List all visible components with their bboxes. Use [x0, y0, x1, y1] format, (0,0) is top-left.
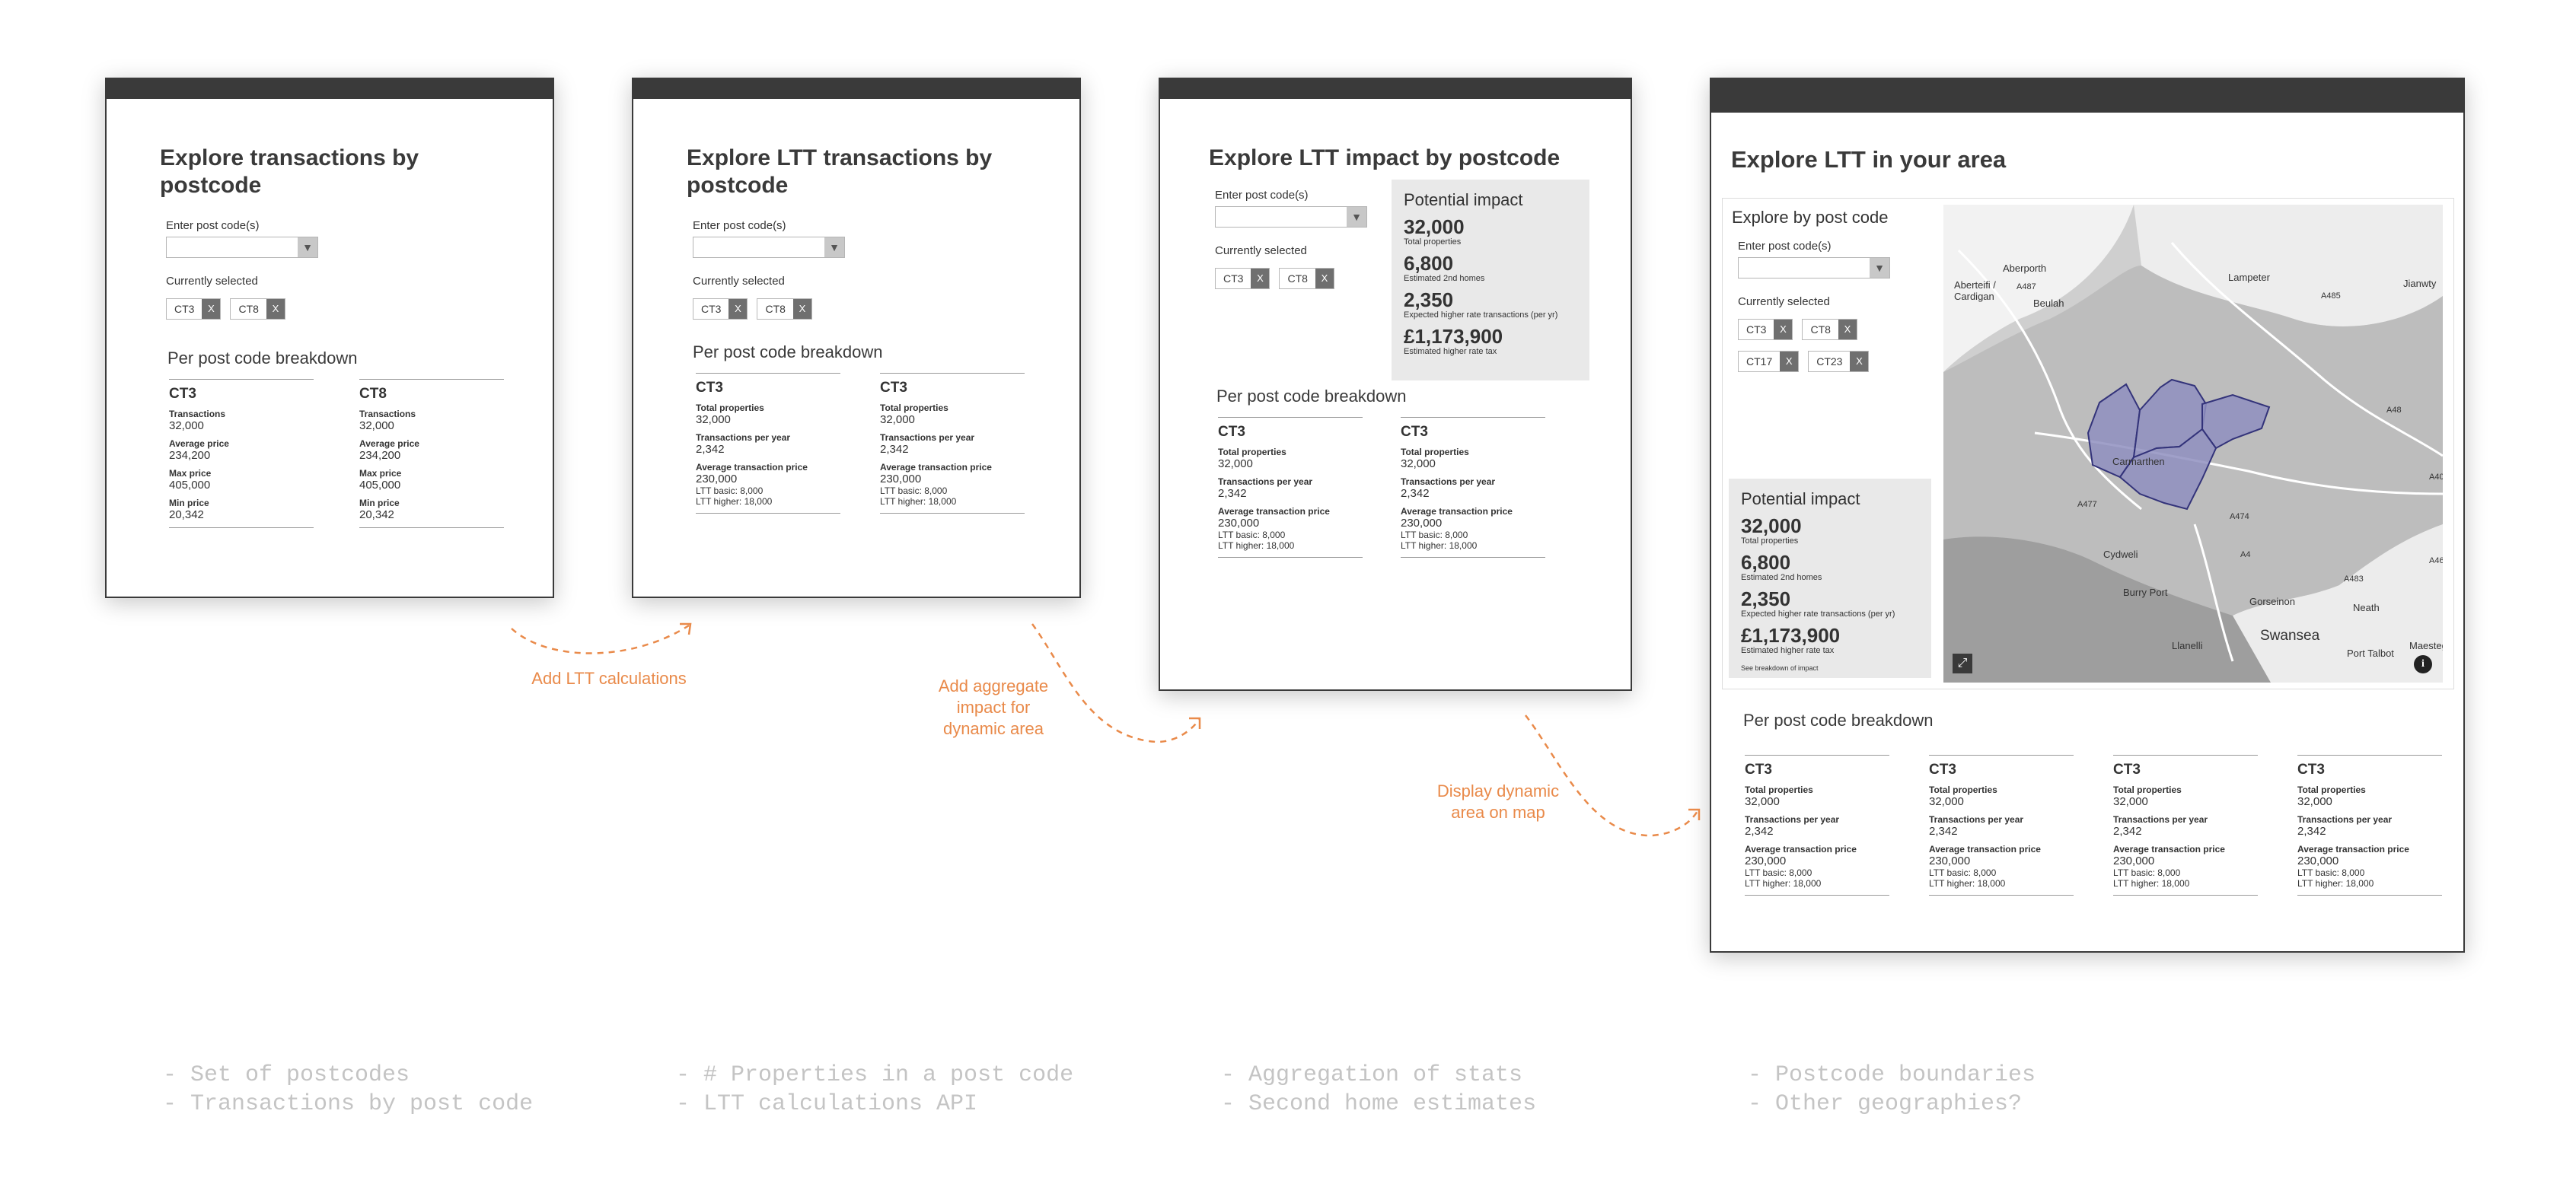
page-title: Explore LTT in your area [1731, 146, 2007, 173]
enter-postcode-label: Enter post code(s) [1215, 189, 1309, 202]
remove-chip-button[interactable]: X [1774, 320, 1793, 339]
window-title-bar [107, 79, 553, 99]
footer-notes-4: - Postcode boundaries - Other geographies… [1748, 1062, 2036, 1117]
currently-selected-label: Currently selected [1215, 244, 1307, 257]
see-breakdown-link[interactable]: See breakdown of impact [1741, 664, 1919, 672]
breakdown-grid: CT3 Total properties 32,000 Transactions … [1745, 755, 2442, 896]
breakdown-column: CT3 Total properties 32,000 Transactions … [1401, 417, 1545, 558]
page-title: Explore transactions by postcode [160, 145, 419, 198]
enter-postcode-label: Enter post code(s) [166, 219, 260, 232]
remove-chip-button[interactable]: X [1251, 269, 1270, 288]
breakdown-column: CT3 Total properties 32,000 Transactions … [1745, 755, 1889, 896]
postcode-chip: CT3 X [1215, 268, 1270, 289]
selected-chips: CT3 X CT8 X [1215, 268, 1384, 289]
dropdown-arrow-icon[interactable]: ▼ [1870, 258, 1889, 278]
postcode-dropdown[interactable]: ▼ [1738, 257, 1890, 278]
page-title: Explore LTT transactions by postcode [687, 145, 993, 198]
remove-chip-button[interactable]: X [266, 299, 285, 319]
page-title: Explore LTT impact by postcode [1209, 145, 1561, 170]
breakdown-title: Per post code breakdown [1743, 711, 1934, 730]
potential-impact-box: Potential impact 32,000 Total properties … [1729, 479, 1931, 678]
footer-notes-1: - Set of postcodes - Transactions by post… [163, 1062, 534, 1117]
remove-chip-button[interactable]: X [728, 299, 748, 319]
currently-selected-label: Currently selected [693, 275, 785, 288]
postcode-dropdown[interactable]: ▼ [1215, 206, 1367, 228]
map-view[interactable]: Aberporth Aberteifi / Cardigan Beulah La… [1943, 205, 2443, 683]
postcode-dropdown[interactable]: ▼ [693, 237, 845, 258]
breakdown-column: CT3 Total properties 32,000 Transactions … [696, 373, 840, 514]
remove-chip-button[interactable]: X [1315, 269, 1334, 288]
potential-impact-box: Potential impact 32,000 Total properties … [1392, 180, 1589, 380]
breakdown-grid: CT3 Total properties 32,000 Transactions … [1218, 417, 1605, 558]
impact-title: Potential impact [1404, 190, 1523, 209]
postcode-chip: CT8 X [1802, 319, 1857, 340]
map-module: Explore by post code Enter post code(s) … [1722, 198, 2454, 689]
postcode-chip: CT3 X [166, 298, 222, 320]
breakdown-title: Per post code breakdown [167, 349, 358, 368]
dropdown-arrow-icon[interactable]: ▼ [1347, 207, 1366, 227]
selected-chips: CT3 X CT8 X [693, 298, 1044, 320]
postcode-chip: CT3 X [693, 298, 748, 320]
note-display-dynamic: Display dynamic area on map [1436, 781, 1560, 822]
breakdown-title: Per post code breakdown [1216, 387, 1407, 406]
dropdown-arrow-icon[interactable]: ▼ [824, 237, 844, 257]
arrow-1 [511, 624, 690, 654]
postcode-chip: CT8 X [757, 298, 812, 320]
remove-chip-button[interactable]: X [792, 299, 811, 319]
remove-chip-button[interactable]: X [1780, 352, 1799, 371]
selected-chips: CT3 X CT8 X CT17 X CT23 X [1738, 319, 1905, 372]
impact-title: Potential impact [1741, 489, 1860, 508]
breakdown-column: CT3 Total properties 32,000 Transactions … [2113, 755, 2258, 896]
remove-chip-button[interactable]: X [202, 299, 221, 319]
breakdown-column: CT3 Total properties 32,000 Transactions … [1929, 755, 2074, 896]
panel-ltt-impact: Explore LTT impact by postcode Enter pos… [1159, 78, 1632, 691]
window-title-bar [633, 79, 1079, 99]
window-title-bar [1160, 79, 1631, 99]
breakdown-grid: CT3 Transactions 32,000 Average price 234,… [169, 379, 525, 528]
postcode-chip: CT23 X [1808, 351, 1870, 372]
breakdown-title: Per post code breakdown [693, 342, 883, 361]
note-add-ltt: Add LTT calculations [531, 669, 687, 688]
panel-transactions-by-postcode: Explore transactions by postcode Enter p… [105, 78, 554, 598]
fullscreen-icon[interactable]: ⤢ [1953, 654, 1972, 673]
postcode-dropdown[interactable]: ▼ [166, 237, 318, 258]
enter-postcode-label: Enter post code(s) [1738, 240, 1832, 253]
postcode-chip: CT3 X [1738, 319, 1793, 340]
remove-chip-button[interactable]: X [1838, 320, 1857, 339]
breakdown-grid: CT3 Total properties 32,000 Transactions … [696, 373, 1044, 514]
breakdown-column: CT3 Transactions 32,000 Average price 234,… [169, 379, 314, 528]
postcode-chip: CT8 X [1279, 268, 1334, 289]
breakdown-column: CT8 Transactions 32,000 Average price 234,… [359, 379, 504, 528]
note-add-aggregate: Add aggregate impact for dynamic area [938, 676, 1049, 738]
dropdown-arrow-icon[interactable]: ▼ [298, 237, 317, 257]
breakdown-column: CT3 Total properties 32,000 Transactions … [880, 373, 1025, 514]
footer-notes-3: - Aggregation of stats - Second home esti… [1221, 1062, 1537, 1117]
window-title-bar [1711, 79, 2463, 113]
breakdown-column: CT3 Total properties 32,000 Transactions … [2297, 755, 2442, 896]
panel-ltt-transactions: Explore LTT transactions by postcode Ent… [632, 78, 1081, 598]
footer-notes-2: - # Properties in a post code - LTT calcu… [676, 1062, 1074, 1117]
enter-postcode-label: Enter post code(s) [693, 219, 786, 232]
info-icon[interactable]: i [2414, 655, 2432, 673]
postcode-chip: CT8 X [230, 298, 285, 320]
currently-selected-label: Currently selected [1738, 295, 1830, 308]
remove-chip-button[interactable]: X [1850, 352, 1869, 371]
selected-chips: CT3 X CT8 X [166, 298, 525, 320]
currently-selected-label: Currently selected [166, 275, 258, 288]
panel-ltt-in-your-area: Explore LTT in your area Explore by post… [1710, 78, 2465, 953]
postcode-chip: CT17 X [1738, 351, 1800, 372]
breakdown-column: CT3 Total properties 32,000 Transactions … [1218, 417, 1363, 558]
explore-by-postcode-label: Explore by post code [1732, 208, 1889, 227]
